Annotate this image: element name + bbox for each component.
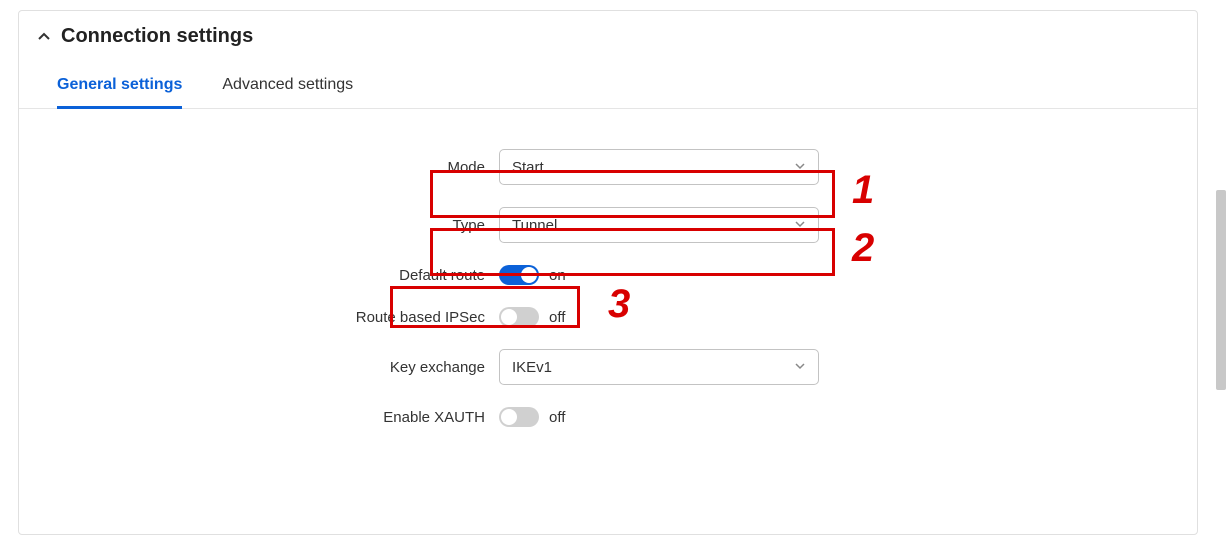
row-enable-xauth: Enable XAUTH off — [19, 407, 1197, 427]
connection-settings-panel: Connection settings General settings Adv… — [18, 10, 1198, 535]
tab-advanced-settings[interactable]: Advanced settings — [222, 76, 353, 109]
toggle-route-based-ipsec-state: off — [549, 309, 565, 326]
row-default-route: Default route on — [19, 265, 1197, 285]
label-default-route: Default route — [19, 267, 499, 284]
row-key-exchange: Key exchange IKEv1 — [19, 349, 1197, 385]
toggle-enable-xauth-state: off — [549, 409, 565, 426]
select-type-value: Tunnel — [512, 217, 557, 234]
row-route-based-ipsec: Route based IPSec off — [19, 307, 1197, 327]
tabs: General settings Advanced settings — [19, 48, 1197, 109]
label-key-exchange: Key exchange — [19, 359, 499, 376]
general-settings-form: Mode Start Type Tunnel — [19, 109, 1197, 427]
toggle-route-based-ipsec[interactable] — [499, 307, 539, 327]
label-route-based-ipsec: Route based IPSec — [19, 309, 499, 326]
row-mode: Mode Start — [19, 149, 1197, 185]
toggle-default-route-state: on — [549, 267, 566, 284]
row-type: Type Tunnel — [19, 207, 1197, 243]
select-type[interactable]: Tunnel — [499, 207, 819, 243]
panel-title: Connection settings — [61, 25, 253, 48]
select-key-exchange-value: IKEv1 — [512, 359, 552, 376]
select-mode[interactable]: Start — [499, 149, 819, 185]
chevron-down-icon — [794, 217, 806, 234]
toggle-default-route[interactable] — [499, 265, 539, 285]
chevron-down-icon — [794, 359, 806, 376]
select-mode-value: Start — [512, 159, 544, 176]
chevron-down-icon — [794, 159, 806, 176]
label-mode: Mode — [19, 159, 499, 176]
toggle-enable-xauth[interactable] — [499, 407, 539, 427]
select-key-exchange[interactable]: IKEv1 — [499, 349, 819, 385]
panel-header[interactable]: Connection settings — [19, 11, 1197, 48]
label-enable-xauth: Enable XAUTH — [19, 409, 499, 426]
chevron-up-icon — [37, 30, 51, 44]
tab-general-settings[interactable]: General settings — [57, 76, 182, 109]
scrollbar-thumb[interactable] — [1216, 190, 1226, 390]
label-type: Type — [19, 217, 499, 234]
